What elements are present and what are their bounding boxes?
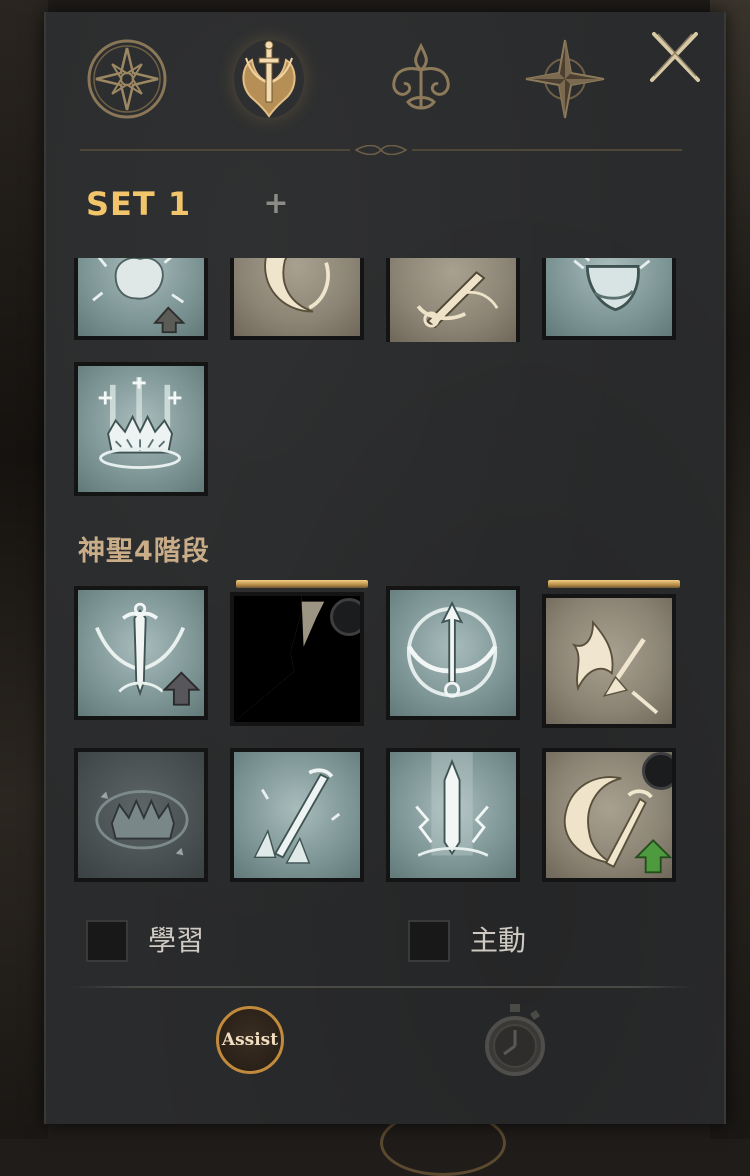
- compass-rose-icon: [525, 39, 605, 119]
- compass-star-icon: [87, 39, 167, 119]
- slot-badge: [330, 598, 360, 636]
- skill-slot[interactable]: [386, 586, 520, 720]
- assist-label: Assist: [221, 1030, 279, 1050]
- skill-slot[interactable]: [542, 258, 676, 340]
- winged-sword-tab[interactable]: [226, 36, 312, 122]
- skill-slot[interactable]: [542, 594, 676, 728]
- skill-slot[interactable]: [230, 748, 364, 882]
- stopwatch-icon: [485, 1004, 545, 1076]
- add-set-button[interactable]: +: [262, 188, 290, 220]
- skill-slot[interactable]: [74, 362, 208, 496]
- winged-arrow-circle-icon: [406, 601, 498, 698]
- skill-slot[interactable]: [230, 592, 364, 726]
- skill-slot[interactable]: [386, 258, 520, 342]
- frost-shield-icon: [573, 258, 651, 312]
- compass-rose-tab[interactable]: [522, 36, 608, 122]
- close-icon: [650, 32, 700, 82]
- skill-slot[interactable]: [230, 258, 364, 340]
- flaming-arrow-icon: [571, 619, 659, 715]
- set-label[interactable]: SET 1: [86, 184, 191, 224]
- equipped-indicator: [548, 580, 680, 588]
- active-label: 主動: [470, 924, 527, 957]
- skill-slot[interactable]: [74, 586, 208, 720]
- active-checkbox[interactable]: [408, 920, 450, 962]
- lightning-sword-icon: [415, 752, 489, 857]
- upgrade-arrow-icon: [162, 671, 201, 706]
- fleur-ornament-tab[interactable]: [378, 36, 464, 122]
- header-divider: [80, 145, 682, 155]
- footer-divider: [72, 986, 694, 988]
- crystal-sword-icon: [253, 768, 341, 864]
- equipped-indicator: [236, 580, 368, 588]
- background-left: [0, 0, 48, 1139]
- winged-sword-icon: [242, 40, 296, 118]
- holy-crown-aura-icon: [98, 377, 182, 469]
- tier-section-label: 神聖4階段: [78, 536, 210, 567]
- compass-star-tab[interactable]: [84, 36, 170, 122]
- shattered-fist-icon: [92, 258, 186, 334]
- skill-slot[interactable]: [386, 748, 520, 882]
- learn-label: 學習: [148, 924, 205, 957]
- learn-checkbox[interactable]: [86, 920, 128, 962]
- close-button[interactable]: [646, 28, 704, 86]
- green-upgrade-arrow-icon: [633, 839, 672, 874]
- dark-crown-icon: [95, 790, 189, 856]
- crescent-slash-icon: [264, 258, 330, 313]
- sword-swing-icon: [416, 271, 499, 329]
- assist-button[interactable]: Assist: [216, 1006, 284, 1074]
- skill-slot[interactable]: [542, 748, 676, 882]
- skill-slot[interactable]: [74, 748, 208, 882]
- skill-slot[interactable]: [74, 258, 208, 340]
- upper-skill-row: [72, 258, 692, 342]
- timer-button[interactable]: [482, 1002, 548, 1078]
- fleur-ornament-icon: [392, 42, 450, 110]
